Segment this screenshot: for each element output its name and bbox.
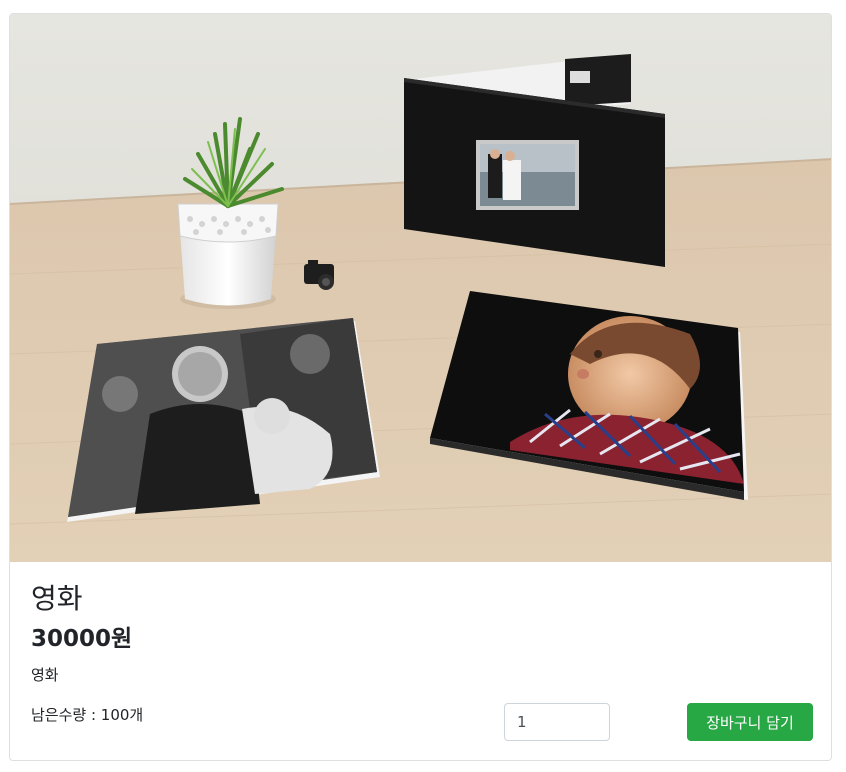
card-body: 영화 30000원 영화 남은수량 : 100개 장바구니 담기 (10, 562, 831, 760)
product-card: 영화 30000원 영화 남은수량 : 100개 장바구니 담기 (9, 13, 832, 761)
product-price: 30000원 (31, 626, 133, 652)
add-to-cart-button[interactable]: 장바구니 담기 (687, 703, 813, 741)
stock-quantity-text: 남은수량 : 100개 (31, 706, 144, 724)
product-title: 영화 (31, 582, 83, 615)
product-description: 영화 (31, 666, 59, 684)
quantity-input[interactable] (504, 703, 610, 741)
product-image (10, 14, 831, 562)
